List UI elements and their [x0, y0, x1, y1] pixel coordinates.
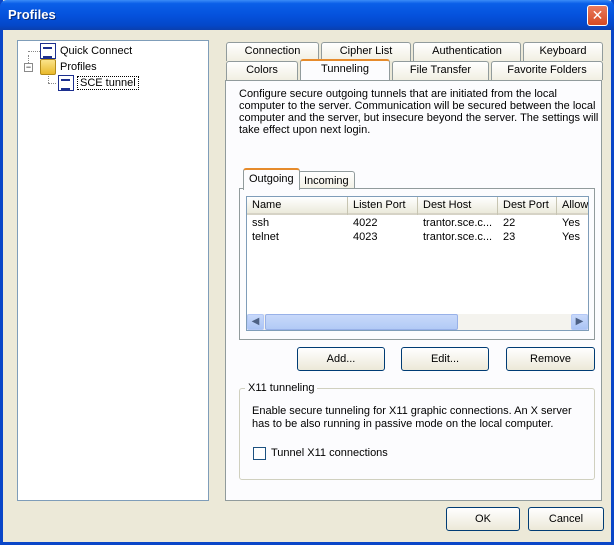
- folder-icon: [40, 59, 56, 75]
- title-bar[interactable]: Profiles ✕: [0, 0, 614, 30]
- cell-dest-host: trantor.sce.c...: [423, 231, 493, 243]
- tree-line: [28, 51, 40, 52]
- x11-groupbox: [239, 388, 595, 480]
- tab-colors[interactable]: Colors: [226, 61, 298, 80]
- tab-file-transfer[interactable]: File Transfer: [392, 61, 489, 80]
- tunnel-x11-checkbox[interactable]: [253, 447, 266, 460]
- profile-tree[interactable]: Quick Connect − Profiles SCE tunnel: [17, 40, 209, 501]
- tab-authentication[interactable]: Authentication: [413, 42, 521, 61]
- cancel-button[interactable]: Cancel: [528, 507, 604, 531]
- tunneling-description: Configure secure outgoing tunnels that a…: [239, 88, 599, 136]
- remove-button[interactable]: Remove: [506, 347, 595, 371]
- tunnel-x11-label[interactable]: Tunnel X11 connections: [271, 447, 388, 459]
- chevron-right-icon: ▶: [575, 316, 584, 327]
- cell-dest-host: trantor.sce.c...: [423, 217, 493, 229]
- tree-item-label: Quick Connect: [60, 45, 133, 57]
- tree-line: [48, 83, 56, 84]
- document-icon: [40, 43, 56, 59]
- tree-item-label: SCE tunnel: [77, 76, 139, 90]
- edit-button[interactable]: Edit...: [401, 347, 489, 371]
- tab-keyboard[interactable]: Keyboard: [523, 42, 603, 61]
- cell-dest-port: 22: [503, 217, 516, 229]
- tree-item-profiles[interactable]: Profiles: [40, 59, 97, 75]
- profiles-dialog: Profiles ✕ Quick Connect − Profiles SCE …: [0, 0, 614, 545]
- column-header-name[interactable]: Name: [247, 197, 348, 215]
- collapse-toggle[interactable]: −: [24, 63, 33, 72]
- x11-description: Enable secure tunneling for X11 graphic …: [252, 405, 572, 430]
- horizontal-scrollbar[interactable]: ◀ ▶: [247, 314, 588, 330]
- chevron-left-icon: ◀: [251, 316, 260, 327]
- tree-item-quick-connect[interactable]: Quick Connect: [40, 43, 132, 59]
- document-icon: [58, 75, 74, 91]
- column-header-dest-host[interactable]: Dest Host: [418, 197, 498, 215]
- tab-tunneling[interactable]: Tunneling: [300, 59, 390, 80]
- cell-name: ssh: [252, 217, 270, 229]
- x11-group-title: X11 tunneling: [245, 382, 318, 394]
- cell-allow: Yes: [562, 231, 580, 243]
- ok-button[interactable]: OK: [446, 507, 520, 531]
- scroll-thumb[interactable]: [265, 314, 458, 330]
- window-title: Profiles: [8, 7, 56, 22]
- tunnel-list[interactable]: Name Listen Port Dest Host Dest Port All…: [246, 196, 589, 331]
- column-header-allow[interactable]: Allow: [557, 197, 588, 215]
- close-button[interactable]: ✕: [587, 5, 608, 26]
- tree-item-label: Profiles: [60, 61, 97, 73]
- cell-dest-port: 23: [503, 231, 516, 243]
- tree-item-sce-tunnel[interactable]: SCE tunnel: [58, 75, 139, 91]
- tab-outgoing[interactable]: Outgoing: [243, 168, 300, 190]
- add-button[interactable]: Add...: [297, 347, 385, 371]
- scroll-left-button[interactable]: ◀: [247, 314, 264, 330]
- cell-name: telnet: [252, 231, 279, 243]
- column-header-dest-port[interactable]: Dest Port: [498, 197, 557, 215]
- list-header: Name Listen Port Dest Host Dest Port All…: [247, 197, 588, 215]
- tab-favorite-folders[interactable]: Favorite Folders: [491, 61, 603, 80]
- cell-allow: Yes: [562, 217, 580, 229]
- column-header-listen-port[interactable]: Listen Port: [348, 197, 418, 215]
- cell-listen-port: 4023: [353, 231, 378, 243]
- scroll-right-button[interactable]: ▶: [571, 314, 588, 330]
- close-icon: ✕: [591, 7, 604, 23]
- cell-listen-port: 4022: [353, 217, 378, 229]
